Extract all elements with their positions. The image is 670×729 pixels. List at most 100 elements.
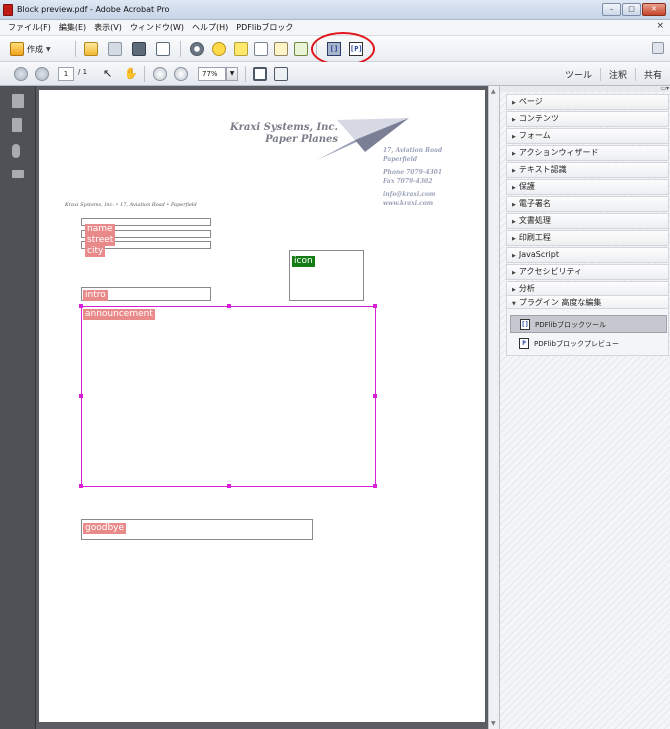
menu-help[interactable]: ヘルプ(H) [192,22,228,33]
speech-bubble-icon [212,42,226,56]
resize-handle[interactable] [227,304,231,308]
doc-action-3-button[interactable] [294,42,308,56]
zoom-input[interactable]: 77% [198,67,226,81]
signature-icon[interactable] [12,170,24,178]
page-thumbnails-icon[interactable] [12,94,24,108]
triangle-right-icon: ▶ [512,253,516,259]
attachment-icon[interactable] [12,144,20,158]
scroll-down-icon[interactable]: ▼ [491,720,496,727]
zoom-out-button[interactable] [153,67,167,81]
section-javascript[interactable]: ▶ JavaScript [506,247,669,263]
plus-icon [174,67,188,81]
email-button[interactable] [156,42,170,56]
previous-page-button[interactable] [14,67,28,81]
block-announcement[interactable]: announcement [79,304,377,488]
bookmark-icon[interactable] [12,118,22,132]
resize-handle[interactable] [227,484,231,488]
section-document-processing[interactable]: ▶ 文書処理 [506,213,669,229]
next-page-button[interactable] [35,67,49,81]
triangle-right-icon: ▶ [512,151,516,157]
panel-header: ▭▾ [500,85,670,92]
menu-file[interactable]: ファイル(F) [8,22,51,33]
menu-view[interactable]: 表示(V) [94,22,122,33]
section-signatures[interactable]: ▶ 電子署名 [506,196,669,212]
full-screen-button[interactable] [274,67,288,81]
settings-button[interactable] [190,42,204,56]
menu-window[interactable]: ウィンドウ(W) [130,22,184,33]
arrow-down-icon [35,67,49,81]
triangle-right-icon: ▶ [512,236,516,242]
zoom-dropdown-button[interactable]: ▼ [226,67,238,81]
comment-panel-link[interactable]: 注釈 [599,67,635,81]
triangle-right-icon: ▶ [512,100,516,106]
pdf-page: Kraxi Systems, Inc. Paper Planes 17, Avi… [39,90,485,722]
resize-handle[interactable] [373,394,377,398]
document-close-icon[interactable]: × [656,21,664,31]
section-text-recognition[interactable]: ▶ テキスト認識 [506,162,669,178]
pdflib-block-tool-icon: [] [520,319,530,330]
resize-handle[interactable] [373,304,377,308]
window-controls: – □ ✕ [602,3,666,16]
comment-button[interactable] [212,42,226,56]
gear-icon [190,42,204,56]
highlight-button[interactable] [234,42,248,56]
toolbar-divider [245,66,246,82]
section-forms[interactable]: ▶ フォーム [506,128,669,144]
scroll-up-icon[interactable]: ▲ [491,88,496,95]
menu-pdflib-block[interactable]: PDFlibブロック [236,22,293,33]
highlighter-icon [234,42,248,56]
expand-toolbar-button[interactable] [652,42,664,54]
save-button[interactable] [108,42,122,56]
panel-menu-icon[interactable]: ▭▾ [660,85,669,92]
hand-tool-button[interactable]: ✋ [124,67,138,80]
block-goodbye[interactable]: goodbye [81,519,313,540]
create-button[interactable]: 作成 ▼ [10,41,51,57]
doc-action-2-button[interactable] [274,42,288,56]
maximize-button[interactable]: □ [622,3,641,16]
block-intro[interactable]: intro [81,287,211,301]
page-number-input[interactable]: 1 [58,67,74,81]
resize-handle[interactable] [373,484,377,488]
page-total: / 1 [78,68,88,76]
triangle-right-icon: ▶ [512,117,516,123]
menu-edit[interactable]: 編集(E) [59,22,86,33]
section-print-production[interactable]: ▶ 印刷工程 [506,230,669,246]
document-export-icon [294,42,308,56]
printer-icon [132,42,146,56]
section-protection[interactable]: ▶ 保護 [506,179,669,195]
triangle-right-icon: ▶ [512,168,516,174]
block-label-intro: intro [83,290,108,301]
block-label-announcement: announcement [83,309,155,320]
pdflib-block-tool-item[interactable]: [] PDFlibブロックツール [510,315,667,333]
resize-handle[interactable] [79,484,83,488]
section-content[interactable]: ▶ コンテンツ [506,111,669,127]
pdflib-block-preview-item[interactable]: P PDFlibブロックプレビュー [510,335,667,353]
resize-handle[interactable] [79,304,83,308]
doc-action-1-button[interactable] [254,42,268,56]
zoom-in-button[interactable] [174,67,188,81]
section-pages[interactable]: ▶ ページ [506,94,669,110]
save-icon [108,42,122,56]
envelope-icon [156,42,170,56]
section-accessibility[interactable]: ▶ アクセシビリティ [506,264,669,280]
tools-panel-link[interactable]: ツール [557,68,600,81]
select-tool-button[interactable]: ↖ [103,67,112,80]
hand-icon: ✋ [124,67,138,80]
share-panel-link[interactable]: 共有 [634,67,670,81]
triangle-down-icon: ▼ [512,301,516,307]
left-navigation-pane [0,86,36,729]
close-button[interactable]: ✕ [642,3,666,16]
minimize-button[interactable]: – [602,3,621,16]
print-button[interactable] [132,42,146,56]
triangle-right-icon: ▶ [512,287,516,293]
tools-panel: ▭▾ ▶ ページ ▶ コンテンツ ▶ フォーム ▶ アクションウィザード ▶ テキスト認識… [499,85,670,729]
fit-page-button[interactable] [253,67,267,81]
document-scrollbar[interactable]: ▲ ▼ [488,86,499,729]
cursor-icon: ↖ [103,67,113,80]
document-edit-icon [274,42,288,56]
document-icon [254,42,268,56]
block-icon[interactable]: icon [289,250,364,301]
resize-handle[interactable] [79,394,83,398]
open-button[interactable] [84,42,98,56]
section-action-wizard[interactable]: ▶ アクションウィザード [506,145,669,161]
